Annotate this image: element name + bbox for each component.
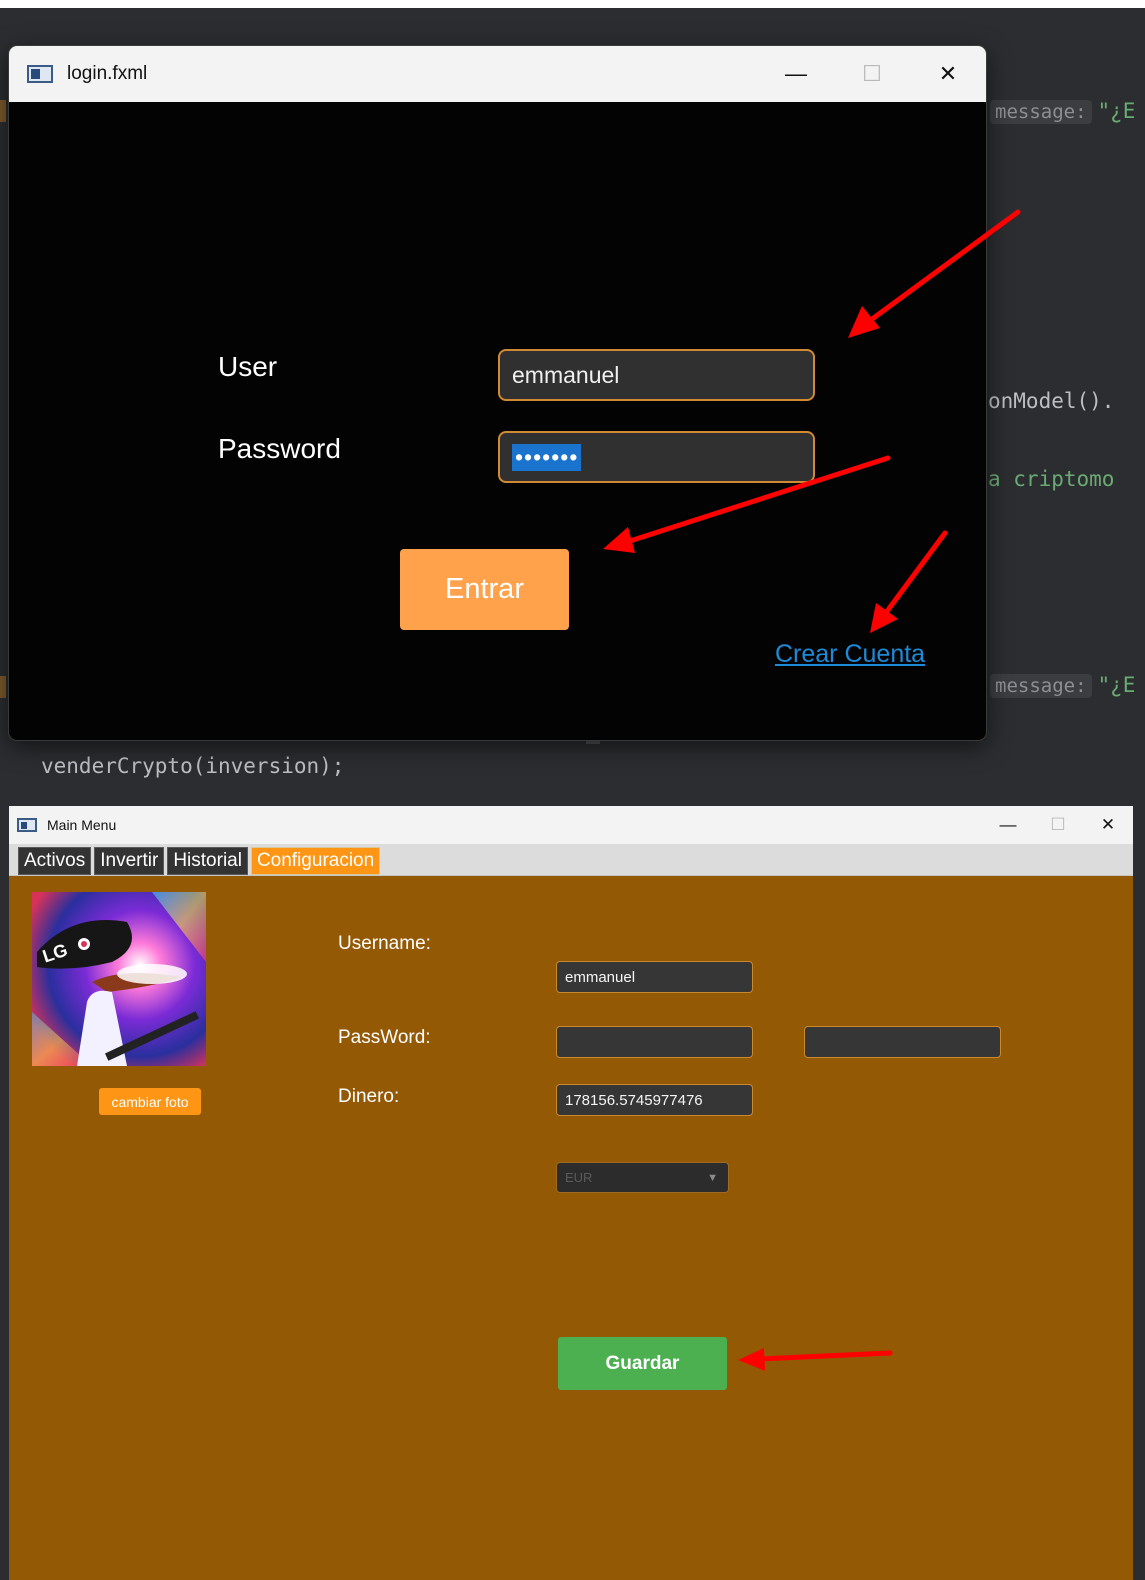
avatar: LG	[32, 892, 206, 1066]
password-input-value: •••••••	[512, 443, 582, 471]
app-icon	[17, 818, 37, 832]
user-label: User	[218, 351, 278, 382]
close-button[interactable]: ✕	[910, 46, 986, 102]
money-field-value: 178156.5745977476	[565, 1091, 703, 1109]
password-input[interactable]: •••••••	[498, 431, 815, 483]
gutter-marker	[0, 676, 6, 698]
app-icon	[27, 65, 53, 83]
window-title: login.fxml	[67, 63, 148, 84]
password-label: PassWord:	[338, 1027, 431, 1048]
user-input-value: emmanuel	[512, 361, 620, 388]
login-button[interactable]: Entrar	[400, 549, 569, 630]
money-field[interactable]: 178156.5745977476	[556, 1084, 753, 1116]
login-window: login.fxml — ☐ ✕ User emmanuel Password …	[9, 46, 986, 740]
tab-historial[interactable]: Historial	[167, 847, 248, 875]
save-button[interactable]: Guardar	[558, 1337, 727, 1390]
username-field[interactable]: emmanuel	[556, 961, 753, 993]
tab-invertir[interactable]: Invertir	[94, 847, 165, 875]
code-line: venderCrypto(inversion);	[41, 754, 345, 778]
minimize-button[interactable]: —	[983, 806, 1033, 844]
close-button[interactable]: ✕	[1083, 806, 1133, 844]
money-label: Dinero:	[338, 1086, 400, 1107]
create-account-link[interactable]: Crear Cuenta	[775, 640, 925, 669]
currency-select[interactable]: EUR ▼	[556, 1162, 729, 1193]
tab-configuracion[interactable]: Configuracion	[250, 847, 381, 875]
gutter-marker	[0, 100, 6, 122]
top-strip	[0, 0, 1145, 8]
password-label: Password	[218, 433, 341, 464]
code-line: message: "¿E	[990, 673, 1135, 698]
avatar-image: LG	[32, 892, 206, 1066]
change-photo-button[interactable]: cambiar foto	[99, 1088, 201, 1115]
user-input[interactable]: emmanuel	[498, 349, 815, 401]
main-menu-window: Main Menu — ☐ ✕ Activos Invertir Histori…	[9, 806, 1133, 1580]
maximize-button[interactable]: ☐	[1033, 806, 1083, 844]
minimize-button[interactable]: —	[758, 46, 834, 102]
code-line: a criptomo	[988, 467, 1115, 491]
main-titlebar[interactable]: Main Menu — ☐ ✕	[9, 806, 1133, 844]
username-label: Username:	[338, 933, 431, 954]
login-titlebar[interactable]: login.fxml — ☐ ✕	[9, 46, 986, 102]
chevron-down-icon: ▼	[707, 1172, 718, 1184]
window-title: Main Menu	[47, 817, 117, 833]
username-field-value: emmanuel	[565, 968, 636, 986]
currency-select-value: EUR	[565, 1170, 593, 1185]
tab-activos[interactable]: Activos	[18, 847, 92, 875]
code-line: message: "¿E	[990, 99, 1135, 124]
maximize-button[interactable]: ☐	[834, 46, 910, 102]
password-confirm-field[interactable]	[804, 1026, 1001, 1058]
password-field[interactable]	[556, 1026, 753, 1058]
code-line: onModel().	[988, 389, 1115, 413]
tab-bar: Activos Invertir Historial Configuracion	[9, 844, 1133, 876]
